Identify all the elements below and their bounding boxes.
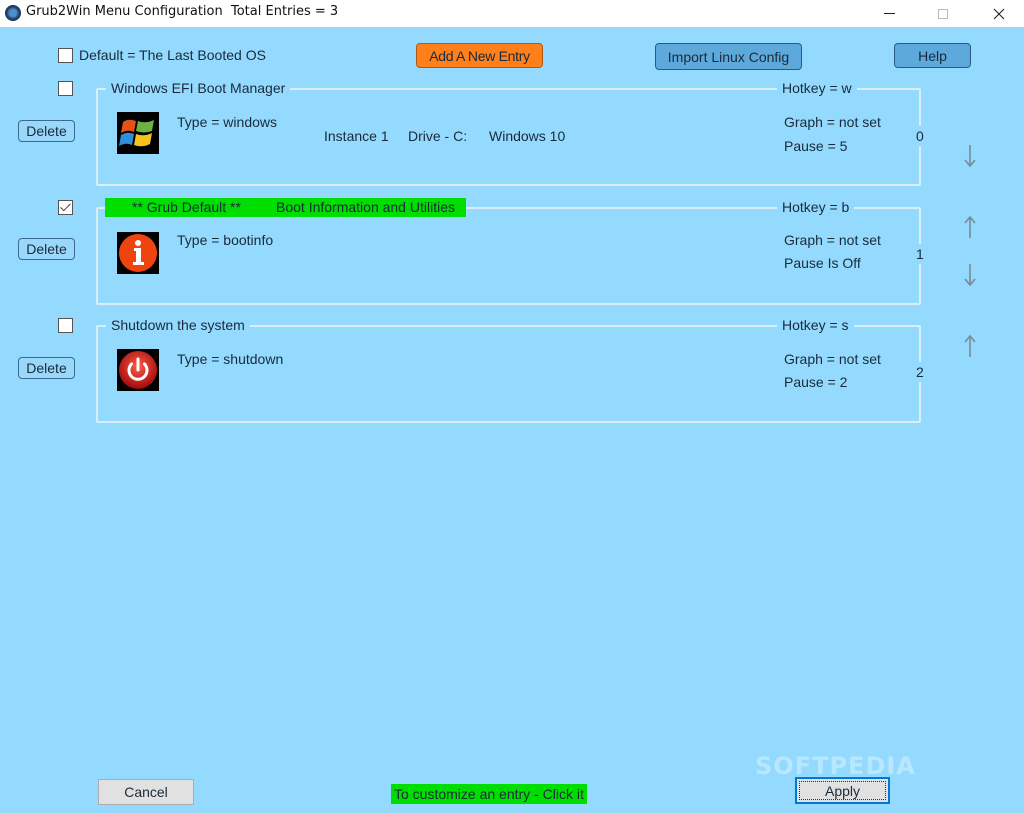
- entry-0-title: Windows EFI Boot Manager: [106, 80, 291, 96]
- entry-1-move-down-icon[interactable]: [962, 262, 978, 288]
- entry-2-checkbox[interactable]: [58, 318, 73, 333]
- title-bar: Grub2Win Menu Configuration Total Entrie…: [0, 0, 1024, 27]
- default-last-booted-checkbox[interactable]: [58, 48, 73, 63]
- entry-2-group[interactable]: Shutdown the system Hotkey = s Type = sh…: [96, 317, 924, 423]
- entry-1-type: Type = bootinfo: [177, 232, 274, 248]
- cancel-button[interactable]: Cancel: [98, 779, 194, 805]
- main-panel: Default = The Last Booted OS Add A New E…: [0, 27, 1024, 813]
- entry-2-hotkey: Hotkey = s: [777, 317, 854, 333]
- app-icon: [5, 5, 21, 21]
- entry-2-type: Type = shutdown: [177, 351, 284, 367]
- entry-1-hotkey: Hotkey = b: [777, 199, 855, 215]
- power-icon: [117, 349, 159, 391]
- total-entries: Total Entries = 3: [231, 4, 339, 19]
- info-icon: [117, 232, 159, 274]
- softpedia-watermark: SOFTPEDIA: [755, 752, 916, 780]
- entry-1-delete-button[interactable]: Delete: [18, 238, 75, 260]
- entry-1-title: ** Grub Default ** Boot Information and …: [105, 198, 466, 217]
- close-icon: [993, 8, 1005, 19]
- entry-2-move-up-icon[interactable]: [962, 333, 978, 359]
- entry-0-instance: Instance 1: [324, 128, 389, 144]
- maximize-icon: [938, 8, 948, 19]
- entry-1-move-up-icon[interactable]: [962, 214, 978, 240]
- default-last-booted-label: Default = The Last Booted OS: [79, 47, 266, 63]
- entry-1-graph: Graph = not set: [784, 232, 881, 248]
- entry-2-title: Shutdown the system: [106, 317, 250, 333]
- apply-button[interactable]: Apply: [795, 777, 890, 804]
- entry-0-os: Windows 10: [489, 128, 566, 144]
- add-new-entry-button[interactable]: Add A New Entry: [416, 43, 543, 68]
- customize-hint: To customize an entry - Click it: [391, 784, 587, 804]
- window-title: Grub2Win Menu Configuration: [26, 4, 223, 19]
- minimize-icon: [883, 13, 895, 14]
- entry-0-index: 0: [916, 126, 924, 146]
- windows-logo-icon: [117, 112, 159, 154]
- entry-2-delete-button[interactable]: Delete: [18, 357, 75, 379]
- entry-1-title-name: Boot Information and Utilities: [276, 199, 455, 215]
- entry-2-index: 2: [916, 362, 924, 382]
- grub-default-label: ** Grub Default **: [132, 199, 241, 215]
- import-linux-config-button[interactable]: Import Linux Config: [655, 43, 802, 70]
- entry-0-checkbox[interactable]: [58, 81, 73, 96]
- maximize-button[interactable]: [920, 0, 966, 27]
- entry-1-pause: Pause Is Off: [784, 255, 861, 271]
- entry-0-drive: Drive - C:: [408, 128, 468, 144]
- entry-0-type: Type = windows: [177, 114, 277, 130]
- entry-2-pause: Pause = 2: [784, 374, 848, 390]
- entry-2-graph: Graph = not set: [784, 351, 881, 367]
- close-button[interactable]: [976, 0, 1022, 27]
- entry-0-move-down-icon[interactable]: [962, 143, 978, 169]
- entry-1-group[interactable]: ** Grub Default ** Boot Information and …: [96, 198, 924, 305]
- minimize-button[interactable]: [866, 0, 912, 27]
- entry-0-graph: Graph = not set: [784, 114, 881, 130]
- entry-1-checkbox[interactable]: [58, 200, 73, 215]
- entry-0-hotkey: Hotkey = w: [777, 80, 857, 96]
- entry-0-pause: Pause = 5: [784, 138, 848, 154]
- entry-0-group[interactable]: Windows EFI Boot Manager Hotkey = w Type…: [96, 80, 924, 186]
- entry-1-index: 1: [916, 244, 924, 264]
- entry-0-delete-button[interactable]: Delete: [18, 120, 75, 142]
- help-button[interactable]: Help: [894, 43, 971, 68]
